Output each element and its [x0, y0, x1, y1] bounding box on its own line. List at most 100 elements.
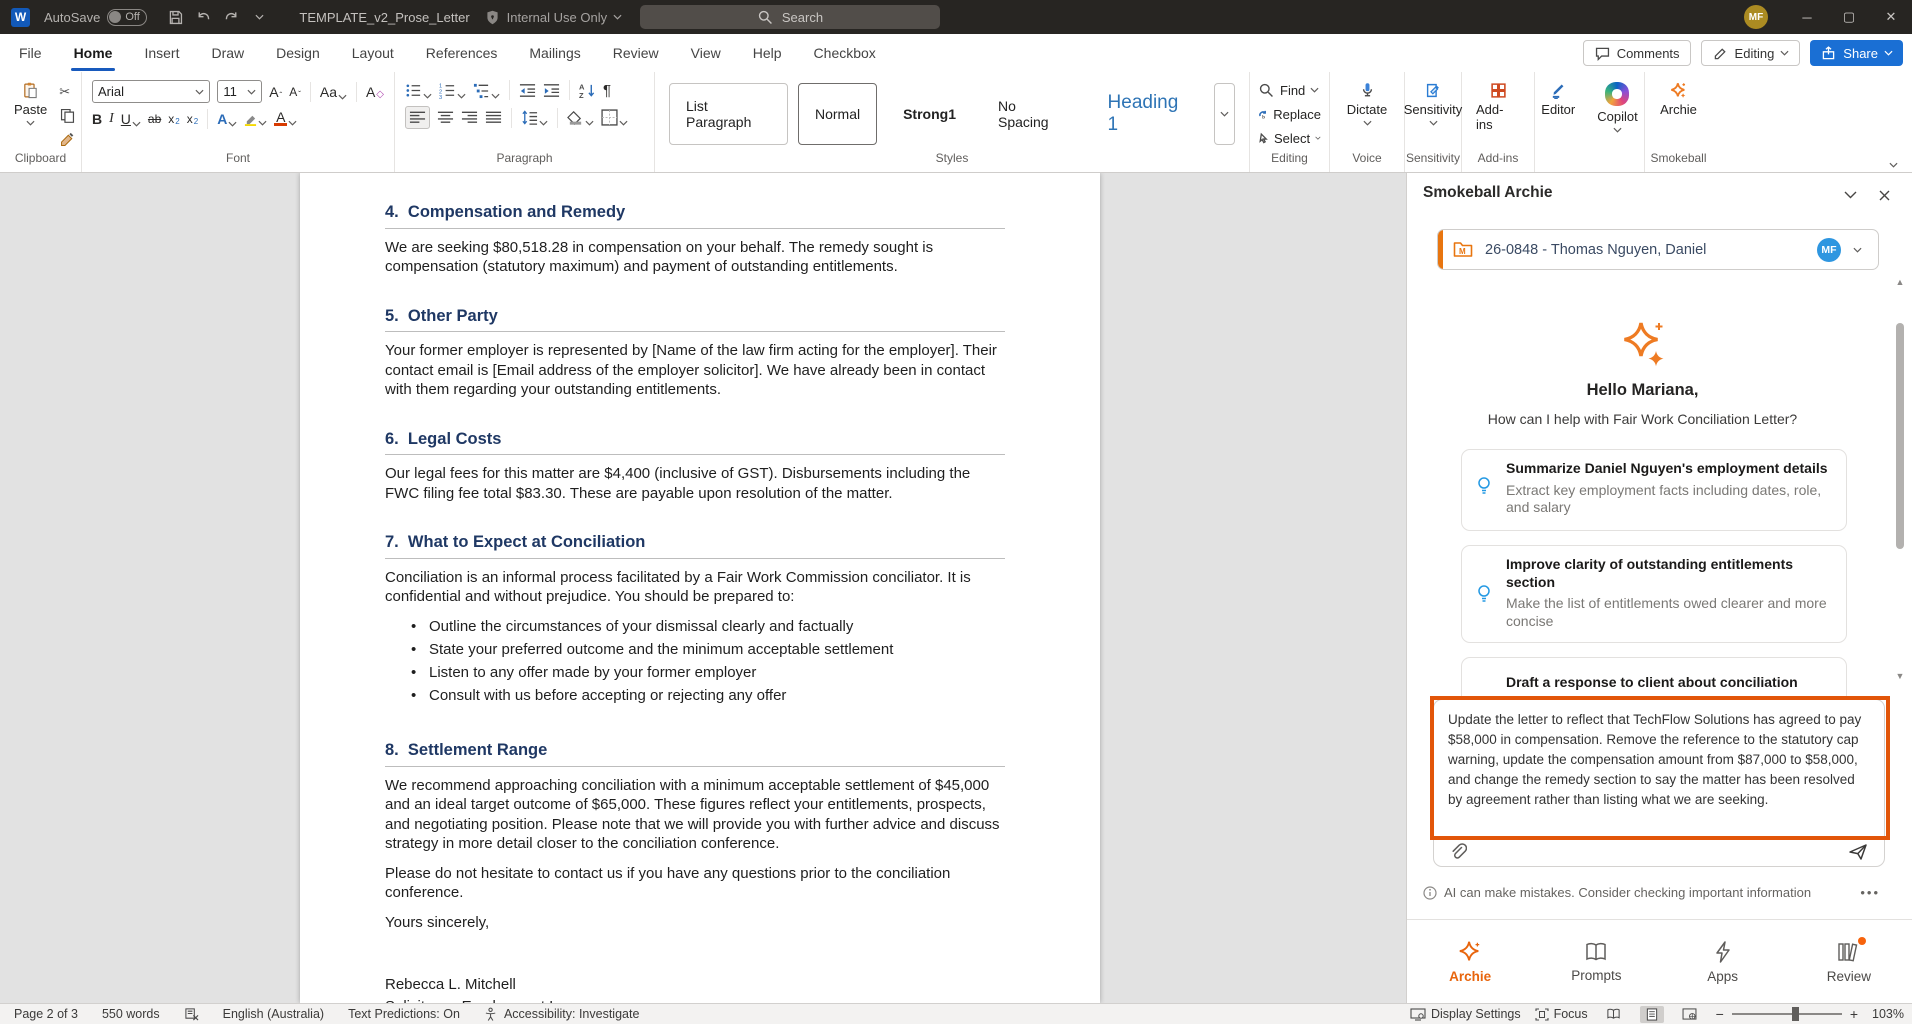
document-page[interactable]: 4. Compensation and Remedy We are seekin…: [300, 173, 1100, 1003]
align-right-button[interactable]: [461, 109, 478, 126]
matter-selector[interactable]: M 26-0848 - Thomas Nguyen, Daniel MF: [1437, 229, 1879, 270]
archie-button[interactable]: Archie: [1652, 78, 1705, 150]
accessibility-status[interactable]: Accessibility: Investigate: [484, 1007, 639, 1021]
underline-button[interactable]: U: [121, 111, 141, 127]
print-layout-button[interactable]: [1640, 1006, 1664, 1023]
send-icon[interactable]: [1848, 843, 1868, 861]
zoom-out-button[interactable]: −: [1716, 1006, 1724, 1022]
page-indicator[interactable]: Page 2 of 3: [14, 1007, 78, 1021]
nav-review[interactable]: Review: [1786, 920, 1912, 1003]
tab-view[interactable]: View: [678, 34, 734, 72]
user-avatar[interactable]: MF: [1744, 5, 1768, 29]
text-effects-button[interactable]: A: [217, 111, 237, 127]
zoom-percentage[interactable]: 103%: [1872, 1007, 1904, 1021]
prompt-input-card[interactable]: Update the letter to reflect that TechFl…: [1433, 699, 1885, 867]
paste-button[interactable]: Paste: [6, 78, 55, 150]
suggestion-card[interactable]: Summarize Daniel Nguyen's employment det…: [1461, 449, 1847, 531]
grow-font-button[interactable]: Aˆ: [269, 84, 282, 100]
scroll-down-arrow[interactable]: ▼: [1894, 671, 1906, 681]
tab-references[interactable]: References: [413, 34, 511, 72]
more-options-button[interactable]: •••: [1860, 885, 1880, 900]
nav-prompts[interactable]: Prompts: [1533, 920, 1659, 1003]
suggestion-card[interactable]: Improve clarity of outstanding entitleme…: [1461, 545, 1847, 643]
justify-button[interactable]: [485, 109, 502, 126]
nav-apps[interactable]: Apps: [1660, 920, 1786, 1003]
panel-close-button[interactable]: [1874, 185, 1894, 205]
addins-button[interactable]: Add-ins: [1468, 78, 1528, 150]
sensitivity-button[interactable]: Sensitivity: [1396, 78, 1471, 150]
minimize-button[interactable]: ─: [1786, 0, 1828, 34]
web-layout-button[interactable]: [1678, 1006, 1702, 1023]
collapse-ribbon-button[interactable]: [1889, 162, 1898, 168]
tab-design[interactable]: Design: [263, 34, 333, 72]
replace-button[interactable]: b Replace: [1258, 103, 1321, 125]
tab-draw[interactable]: Draw: [198, 34, 257, 72]
autosave-toggle[interactable]: Off: [107, 9, 147, 26]
style-normal[interactable]: Normal: [798, 83, 877, 145]
tab-layout[interactable]: Layout: [339, 34, 407, 72]
close-button[interactable]: ✕: [1870, 0, 1912, 34]
cut-button[interactable]: ✂: [59, 84, 76, 100]
font-color-button[interactable]: A: [274, 112, 297, 126]
tab-checkbox[interactable]: Checkbox: [801, 34, 889, 72]
style-no-spacing[interactable]: No Spacing: [982, 83, 1082, 145]
format-painter-button[interactable]: [59, 131, 76, 148]
focus-button[interactable]: Focus: [1535, 1007, 1588, 1021]
find-button[interactable]: Find: [1258, 79, 1321, 101]
align-center-button[interactable]: [437, 109, 454, 126]
quick-access-customize-button[interactable]: [245, 3, 273, 31]
sort-button[interactable]: AZ: [579, 82, 596, 99]
copilot-button[interactable]: Copilot: [1589, 78, 1645, 150]
font-name-combo[interactable]: Arial: [92, 80, 210, 103]
bullets-button[interactable]: [405, 82, 432, 99]
styles-gallery-expand-button[interactable]: [1214, 83, 1235, 145]
read-mode-button[interactable]: [1602, 1006, 1626, 1023]
change-case-button[interactable]: Aa: [320, 84, 347, 100]
zoom-slider[interactable]: [1732, 1013, 1842, 1015]
redo-button[interactable]: [217, 3, 245, 31]
decrease-indent-button[interactable]: [519, 82, 536, 99]
style-heading-1[interactable]: Heading 1: [1092, 83, 1205, 145]
editor-button[interactable]: Editor: [1533, 78, 1583, 150]
search-input[interactable]: Search: [640, 5, 940, 29]
borders-button[interactable]: [601, 109, 628, 126]
attach-icon[interactable]: [1450, 843, 1467, 861]
style-strong1[interactable]: Strong1: [887, 83, 972, 145]
show-formatting-button[interactable]: ¶: [603, 82, 611, 99]
display-settings-button[interactable]: Display Settings: [1410, 1007, 1521, 1021]
dictate-button[interactable]: Dictate: [1339, 78, 1395, 150]
clear-formatting-button[interactable]: A◇: [366, 84, 384, 100]
superscript-button[interactable]: x2: [187, 112, 198, 126]
tab-home[interactable]: Home: [61, 34, 126, 72]
share-button[interactable]: Share: [1810, 40, 1903, 66]
text-predictions-status[interactable]: Text Predictions: On: [348, 1007, 460, 1021]
panel-scrollbar[interactable]: ▲: [1894, 277, 1906, 703]
zoom-slider-thumb[interactable]: [1792, 1007, 1799, 1021]
panel-collapse-button[interactable]: [1840, 185, 1860, 205]
autosave-control[interactable]: AutoSave Off: [44, 9, 147, 26]
editing-mode-button[interactable]: Editing: [1701, 40, 1801, 66]
shrink-font-button[interactable]: Aˇ: [289, 85, 301, 99]
nav-archie[interactable]: Archie: [1407, 920, 1533, 1003]
scrollbar-thumb[interactable]: [1896, 323, 1904, 549]
line-spacing-button[interactable]: [521, 109, 548, 126]
prompt-input[interactable]: Update the letter to reflect that TechFl…: [1434, 700, 1884, 820]
multilevel-list-button[interactable]: [473, 82, 500, 99]
comments-button[interactable]: Comments: [1583, 40, 1691, 66]
highlight-color-button[interactable]: [244, 113, 267, 126]
subscript-button[interactable]: x2: [168, 112, 179, 126]
bold-button[interactable]: B: [92, 111, 102, 127]
save-button[interactable]: [161, 3, 189, 31]
copy-button[interactable]: [59, 107, 76, 124]
zoom-in-button[interactable]: +: [1850, 1006, 1858, 1022]
maximize-button[interactable]: ▢: [1828, 0, 1870, 34]
tab-insert[interactable]: Insert: [131, 34, 192, 72]
shading-button[interactable]: [567, 109, 594, 126]
increase-indent-button[interactable]: [543, 82, 560, 99]
italic-button[interactable]: I: [109, 111, 114, 127]
tab-mailings[interactable]: Mailings: [516, 34, 593, 72]
strikethrough-button[interactable]: ab: [148, 112, 161, 126]
numbering-button[interactable]: 123: [439, 82, 466, 99]
tab-review[interactable]: Review: [600, 34, 672, 72]
language-status[interactable]: English (Australia): [223, 1007, 324, 1021]
